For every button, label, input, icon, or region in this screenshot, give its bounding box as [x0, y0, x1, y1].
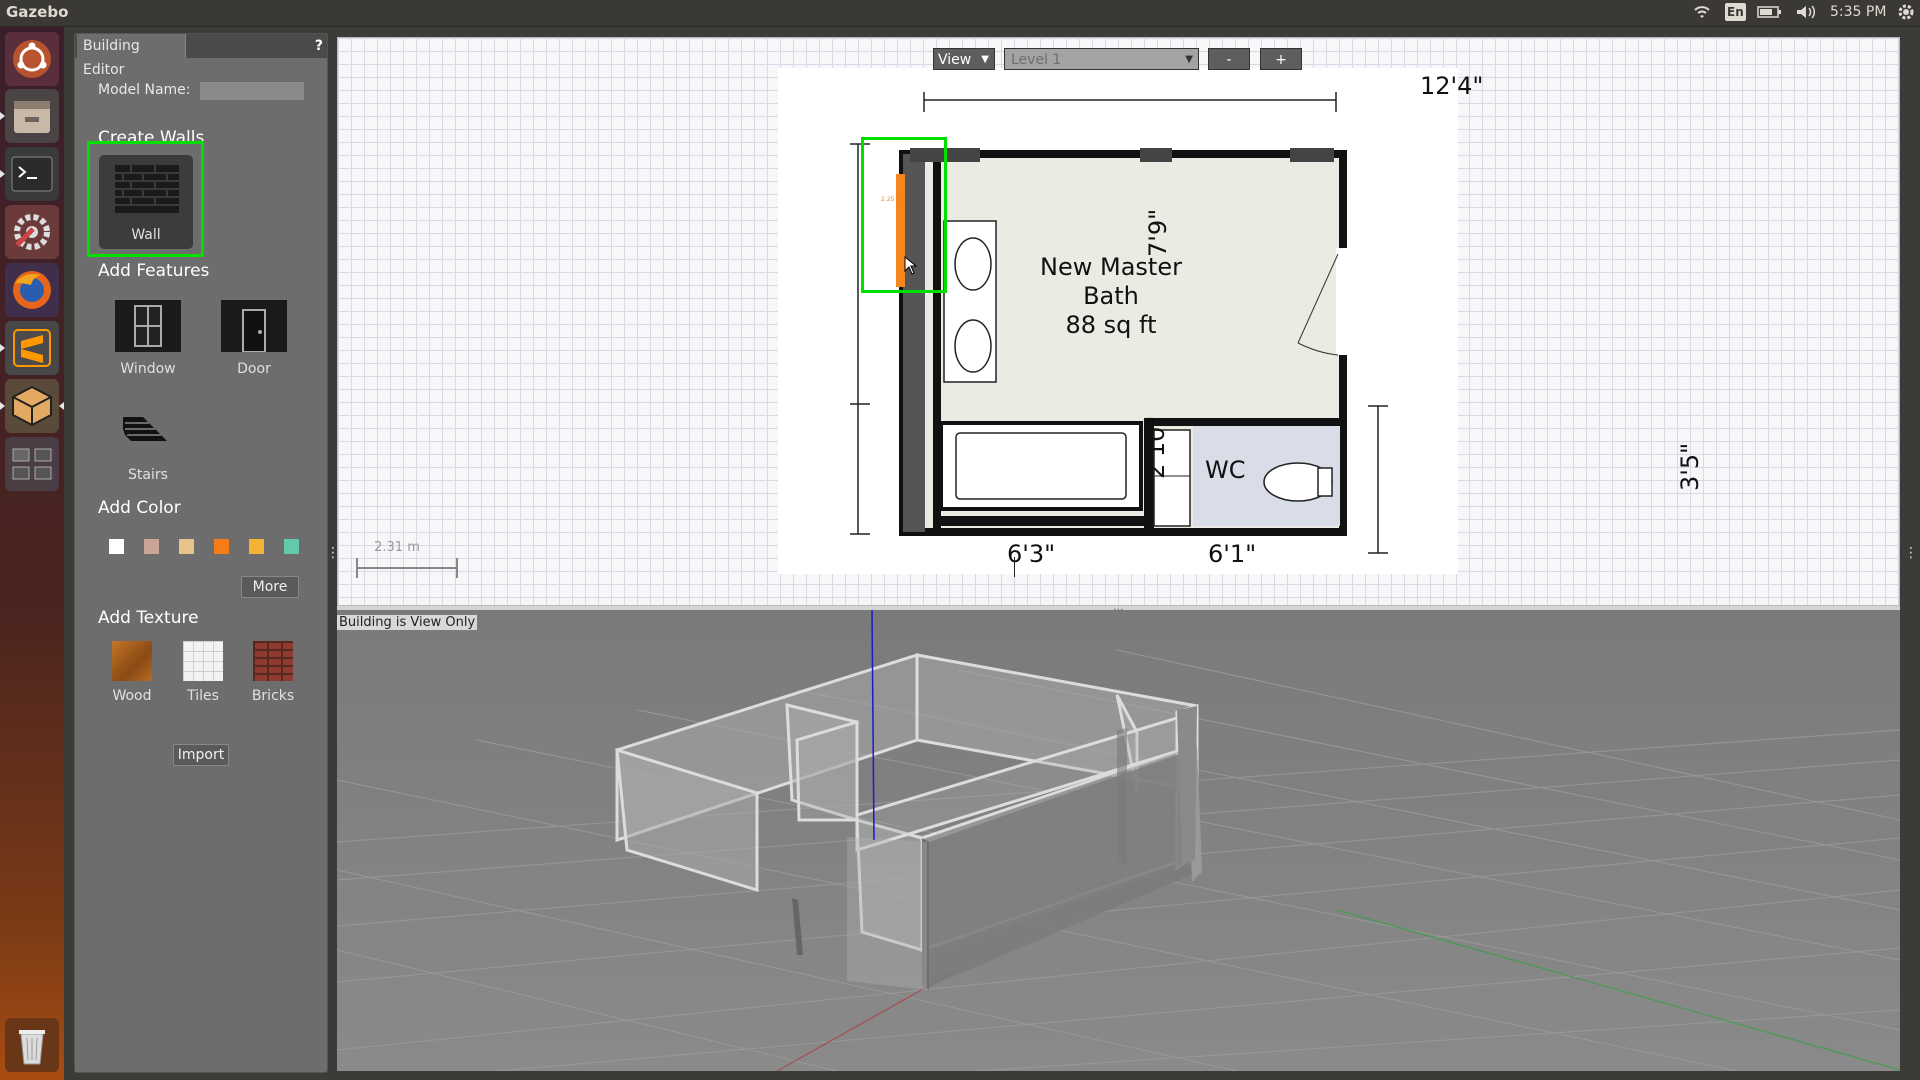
sublime-text-icon[interactable] — [5, 321, 59, 375]
level-dropdown[interactable]: Level 1 ▼ — [1004, 48, 1199, 70]
more-colors-button[interactable]: More — [241, 576, 299, 598]
wifi-icon[interactable] — [1692, 4, 1712, 22]
wood-label: Wood — [112, 688, 152, 704]
workspace-switcher-icon[interactable] — [5, 437, 59, 491]
add-level-button[interactable]: + — [1260, 48, 1302, 70]
dimension-left-bottom: 2'10" — [1142, 415, 1170, 479]
stairs-tool-button[interactable] — [119, 409, 171, 449]
mouse-cursor-icon — [904, 256, 918, 275]
room-title-line-1: New Master — [1040, 253, 1182, 281]
level-dropdown-label: Level 1 — [1011, 52, 1062, 68]
add-color-heading: Add Color — [98, 498, 181, 518]
view-only-status: Building is View Only — [337, 615, 478, 630]
chevron-down-icon: ▼ — [981, 54, 989, 65]
room-label: New Master Bath 88 sq ft — [1001, 253, 1221, 340]
color-swatch[interactable] — [179, 539, 194, 554]
bricks-texture-button[interactable] — [253, 641, 293, 681]
color-swatch[interactable] — [249, 539, 264, 554]
trash-icon[interactable] — [5, 1018, 59, 1072]
clock[interactable]: 5:35 PM — [1830, 4, 1886, 22]
wood-texture-button[interactable] — [112, 641, 152, 681]
add-texture-heading: Add Texture — [98, 608, 199, 628]
view-dropdown-label: View — [938, 52, 972, 68]
window-tool-button[interactable] — [115, 300, 181, 352]
building-3d-view[interactable]: Building is View Only — [337, 610, 1900, 1071]
volume-icon[interactable] — [1795, 4, 1817, 22]
battery-icon[interactable] — [1757, 4, 1783, 22]
files-icon[interactable] — [5, 89, 59, 143]
add-features-heading: Add Features — [98, 261, 210, 281]
stairs-icon — [123, 417, 167, 441]
panel-resize-handle-right[interactable]: ⋮ — [1904, 545, 1918, 561]
top-panel: Gazebo En 5:35 PM — [0, 0, 1920, 27]
dimension-right: 3'5" — [1676, 442, 1704, 491]
gazebo-icon[interactable] — [5, 379, 59, 433]
brick-wall-icon — [115, 165, 179, 213]
focused-indicator — [59, 402, 64, 410]
color-swatch[interactable] — [214, 539, 229, 554]
firefox-icon[interactable] — [5, 263, 59, 317]
dimension-bottom-right: 6'1" — [1208, 540, 1257, 568]
running-indicator — [0, 402, 5, 410]
color-swatch[interactable] — [284, 539, 299, 554]
wall-label: Wall — [131, 227, 161, 243]
keyboard-layout-indicator[interactable]: En — [1725, 3, 1746, 21]
running-indicator — [0, 170, 5, 178]
stairs-label: Stairs — [128, 467, 168, 483]
chevron-down-icon: ▼ — [1185, 54, 1193, 65]
scale-label: 2.31 m — [374, 540, 420, 555]
tab-building-editor[interactable]: Building Editor — [77, 34, 186, 78]
system-settings-icon[interactable] — [5, 205, 59, 259]
window-icon — [115, 300, 181, 352]
dimension-top: 12'4" — [1420, 72, 1484, 100]
gear-icon[interactable] — [1896, 2, 1916, 20]
running-indicator — [0, 344, 5, 352]
import-button[interactable]: Import — [173, 744, 229, 766]
room-area: 88 sq ft — [1065, 311, 1157, 339]
wall-tool-button[interactable]: Wall — [99, 155, 193, 249]
door-icon — [221, 300, 287, 353]
ubuntu-dash-icon[interactable] — [5, 32, 59, 86]
tiles-label: Tiles — [187, 688, 219, 704]
building-editor-panel: Building Editor ? Model Name: Create Wal… — [74, 33, 328, 1073]
view-dropdown[interactable]: View ▼ — [933, 48, 995, 70]
help-button[interactable]: ? — [315, 38, 323, 54]
door-label: Door — [237, 361, 271, 377]
model-name-label: Model Name: — [98, 82, 191, 98]
terminal-icon[interactable] — [5, 147, 59, 201]
running-indicator — [0, 112, 5, 120]
window-label: Window — [120, 361, 176, 377]
room-title-line-2: Bath — [1083, 282, 1139, 310]
wc-label: WC — [1205, 456, 1246, 484]
model-name-input[interactable] — [199, 81, 305, 101]
floor-plan-2d-view[interactable]: 12'4" 7'9" 2'10" 3'5" 6'3" 6'1" New Mast… — [337, 37, 1900, 606]
color-swatch[interactable] — [144, 539, 159, 554]
bricks-label: Bricks — [251, 688, 295, 704]
door-tool-button[interactable] — [221, 300, 287, 353]
scene-3d — [337, 610, 1900, 1071]
scale-bar — [356, 558, 458, 578]
tiles-texture-button[interactable] — [183, 641, 223, 681]
remove-level-button[interactable]: - — [1208, 48, 1250, 70]
app-title: Gazebo — [6, 3, 69, 21]
launcher — [0, 27, 64, 1080]
dimension-left-top: 7'9" — [1144, 208, 1172, 257]
color-swatch[interactable] — [109, 539, 124, 554]
dimension-tick — [1014, 557, 1025, 577]
